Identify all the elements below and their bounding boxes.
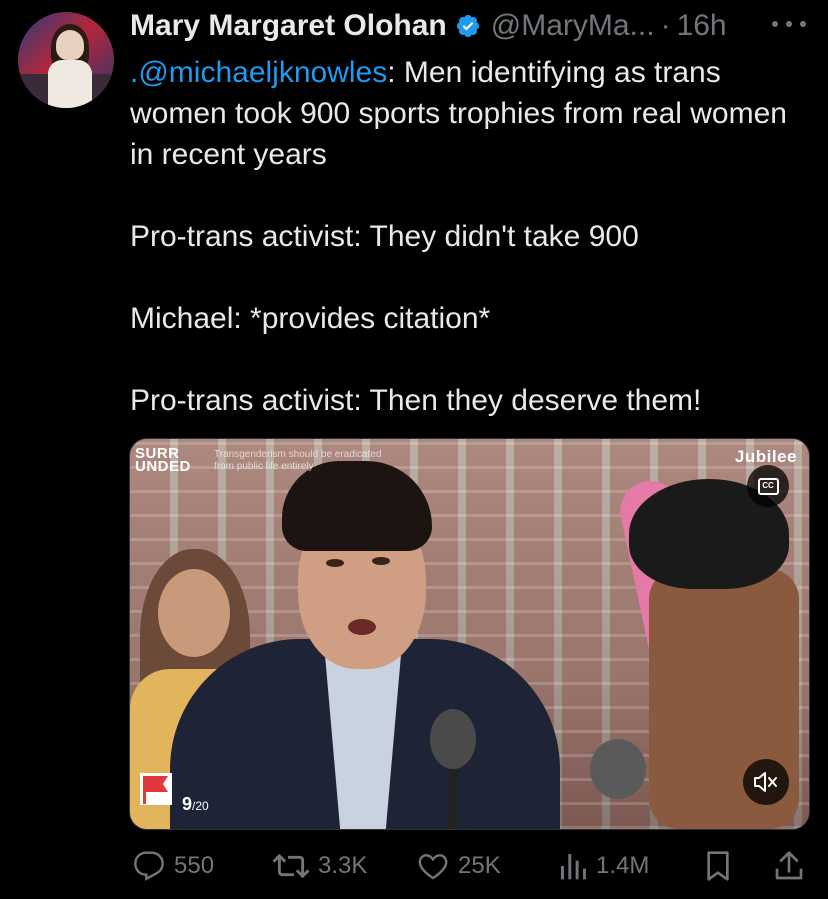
show-logo-line: UNDED — [135, 458, 191, 475]
unmute-button[interactable] — [743, 759, 789, 805]
mention-link[interactable]: .@michaeljknowles — [130, 56, 387, 89]
bookmark-icon — [707, 851, 729, 881]
video-microphone — [430, 709, 476, 769]
video-caption-line: from public life entirely — [214, 461, 314, 472]
slide-counter-total: /20 — [192, 799, 209, 813]
video-caption-line: Transgenderism should be eradicated — [214, 449, 382, 460]
header-separator: · — [660, 9, 671, 42]
closed-captions-icon: CC — [757, 477, 779, 495]
author-handle[interactable]: @MaryMa... — [491, 9, 655, 43]
like-count: 25K — [458, 852, 501, 879]
verified-badge-icon[interactable] — [455, 13, 481, 39]
views-count: 1.4M — [596, 852, 650, 879]
slide-counter-current: 9 — [182, 794, 193, 814]
video-left-person-face — [158, 569, 230, 657]
heart-icon — [418, 854, 448, 880]
author-avatar[interactable] — [18, 12, 114, 108]
video-speaker-mouth — [348, 619, 376, 635]
more-dot — [786, 21, 792, 27]
video-speaker-eye — [372, 557, 390, 565]
share-icon — [775, 851, 803, 880]
more-options-icon[interactable] — [772, 10, 806, 38]
video-microphone — [590, 739, 646, 799]
avatar-body — [48, 60, 92, 108]
tweet-paragraph: Pro-trans activist: Then they deserve th… — [130, 384, 702, 417]
reply-icon — [134, 851, 164, 881]
more-dot — [772, 21, 778, 27]
avatar-face — [56, 30, 84, 60]
video-player[interactable]: SURR UNDED Transgenderism should be erad… — [129, 438, 810, 830]
show-logo: SURR UNDED — [135, 446, 191, 475]
views-button[interactable]: 1.4M — [558, 844, 649, 888]
tweet-header: Mary Margaret Olohan @MaryMa... · 16h — [130, 6, 727, 46]
flag-icon — [140, 773, 172, 805]
video-caption: Transgenderism should be eradicated from… — [214, 449, 382, 473]
like-button[interactable]: 25K — [416, 844, 501, 888]
reply-count: 550 — [174, 852, 215, 879]
tweet-paragraph: Michael: *provides citation* — [130, 302, 491, 335]
closed-captions-button[interactable]: CC — [747, 465, 789, 507]
tweet-text: .@michaeljknowles: Men identifying as tr… — [130, 52, 810, 421]
bookmark-button[interactable] — [704, 844, 732, 888]
repost-count: 3.3K — [318, 852, 368, 879]
repost-icon — [272, 853, 310, 879]
views-chart-icon — [561, 854, 586, 880]
reply-button[interactable]: 550 — [132, 844, 214, 888]
repost-button[interactable]: 3.3K — [272, 844, 367, 888]
author-name[interactable]: Mary Margaret Olohan — [130, 9, 447, 43]
slide-counter: 9/20 — [176, 792, 215, 817]
tweet-paragraph: Pro-trans activist: They didn't take 900 — [130, 220, 639, 253]
video-mic-stand — [448, 759, 458, 829]
share-button[interactable] — [774, 844, 804, 888]
muted-speaker-icon — [754, 772, 777, 792]
tweet-timestamp[interactable]: 16h — [677, 9, 727, 43]
tweet-paragraph: .@michaeljknowles: Men identifying as tr… — [130, 52, 810, 175]
tweet-actions: 550 3.3K 25K 1.4M — [128, 844, 812, 888]
more-dot — [800, 21, 806, 27]
brand-watermark: Jubilee — [734, 447, 797, 466]
video-speaker-eye — [326, 559, 344, 567]
